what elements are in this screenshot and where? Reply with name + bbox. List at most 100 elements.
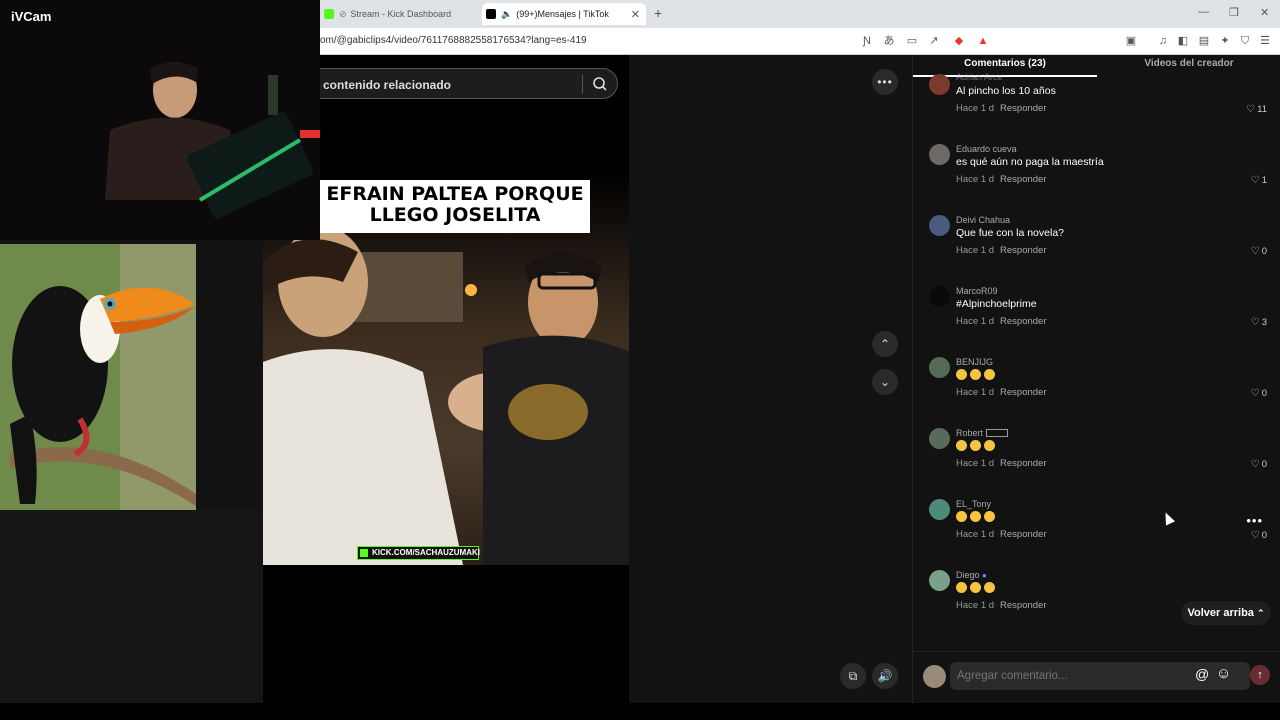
minimize-button[interactable]: — [1198,6,1209,18]
close-window-button[interactable]: ✕ [1260,6,1269,19]
tiktok-favicon-icon [486,9,496,19]
comment-username[interactable]: MarcoR09 [956,286,998,296]
previous-video-button[interactable]: ⌃ [872,331,898,357]
sidebar-icon[interactable]: ▣ [1124,34,1138,48]
heart-icon: ♡ [1250,246,1260,257]
heart-icon: ♡ [1250,459,1260,470]
close-tab-icon[interactable]: ✕ [631,8,640,21]
search-divider [582,75,583,94]
like-button[interactable]: ♡ 3 [1251,317,1267,328]
ai-icon[interactable]: ✦ [1218,34,1232,48]
avatar[interactable] [929,286,950,307]
avatar[interactable] [929,428,950,449]
comment-time: Hace 1 d [956,245,995,256]
heart-icon: ♡ [1250,530,1260,541]
comment-username[interactable]: EL_Tony [956,499,991,509]
url-field[interactable]: om/@gabiclips4/video/7611768882558176534… [320,35,587,46]
kick-channel-banner: KICK.COM/SACHAUZUMAKI [357,546,480,560]
like-button[interactable]: ♡ 0 [1251,530,1267,541]
like-button[interactable]: ♡ 1 [1251,175,1267,186]
heart-icon: ♡ [1250,317,1260,328]
wallet-icon[interactable]: ▤ [1197,34,1211,48]
reply-button[interactable]: Responder [1000,458,1046,469]
screen: ⊘ Stream - Kick Dashboard 🔈 (99+)Mensaje… [0,0,1280,720]
browser-tab-bar: ⊘ Stream - Kick Dashboard 🔈 (99+)Mensaje… [320,0,1280,28]
laughing-emoji-icon [956,440,967,451]
reply-button[interactable]: Responder [1000,387,1046,398]
laughing-emoji-icon [984,511,995,522]
like-button[interactable]: ♡ 0 [1251,246,1267,257]
avatar[interactable] [929,499,950,520]
comment-time: Hace 1 d [956,174,995,185]
vpn-icon[interactable]: ⛉ [1238,34,1252,48]
comment-username[interactable]: BENJIJG [956,357,993,367]
comment-text: Al pincho los 10 años [956,85,1056,97]
comment-meta: Hace 1 d Responder [956,529,1047,540]
split-view-icon[interactable]: ◧ [1176,34,1190,48]
avatar[interactable] [929,357,950,378]
like-button[interactable]: ♡ 0 [1251,388,1267,399]
menu-icon[interactable]: ☰ [1258,34,1272,48]
avatar[interactable] [929,74,950,95]
comment-emojis [956,511,998,524]
reply-button[interactable]: Responder [1000,316,1046,327]
verified-icon: ● [982,571,987,580]
reader-mode-icon[interactable]: Ɲ [860,34,874,48]
brave-shield-icon[interactable]: ◆ [952,34,966,48]
translate-icon[interactable]: あ [882,34,896,48]
volume-button[interactable]: 🔊 [872,663,898,689]
music-icon[interactable]: ♫ [1156,34,1170,48]
rewards-icon[interactable]: ▲ [976,34,990,48]
comment-username[interactable]: Deivi Chahua [956,215,1010,225]
like-button[interactable]: ♡ 11 [1246,104,1267,115]
tab-tiktok-messages[interactable]: 🔈 (99+)Mensajes | TikTok ✕ [482,3,646,25]
emoji-picker-icon[interactable]: ☺ [1216,665,1231,682]
like-count: 11 [1257,104,1267,115]
back-to-top-button[interactable]: Volver arriba ⌃ [1181,601,1271,625]
reply-button[interactable]: Responder [1000,245,1046,256]
like-button[interactable]: ♡ 0 [1251,459,1267,470]
avatar[interactable] [929,215,950,236]
comment-item: Robert Hace 1 d Responder ♡ 0 [913,428,1280,499]
comment-time: Hace 1 d [956,529,995,540]
search-input[interactable]: contenido relacionado [323,78,451,92]
cast-icon[interactable]: ▭ [905,34,919,48]
comment-item: MarcoR09 #Alpinchoelprime Hace 1 d Respon… [913,286,1280,357]
comment-text: Que fue con la novela? [956,227,1064,239]
address-bar: om/@gabiclips4/video/7611768882558176534… [320,28,1280,55]
search-bar[interactable]: contenido relacionado [320,68,618,99]
like-count: 1 [1261,175,1267,186]
comment-username[interactable]: Robert [956,428,1008,438]
comment-more-icon[interactable]: ••• [1246,513,1263,528]
reply-button[interactable]: Responder [1000,529,1046,540]
current-user-avatar[interactable] [923,665,946,688]
comment-username[interactable]: Eduardo cueva [956,144,1017,154]
avatar[interactable] [929,144,950,165]
restore-button[interactable]: ❐ [1229,6,1239,19]
comment-username[interactable]: Diego ● [956,570,987,580]
laughing-emoji-icon [970,369,981,380]
more-options-button[interactable]: ••• [872,69,898,95]
like-count: 3 [1261,317,1267,328]
username-text: Diego [956,570,980,580]
send-comment-button[interactable]: ↑ [1250,665,1270,685]
reply-button[interactable]: Responder [1000,600,1046,611]
next-video-button[interactable]: ⌄ [872,369,898,395]
tab-label: Stream - Kick Dashboard [350,9,452,19]
reply-button[interactable]: Responder [1000,174,1046,185]
video-caption: EFRAIN PALTEA PORQUE LLEGO JOSELITA [320,180,590,233]
reply-button[interactable]: Responder [1000,103,1046,114]
comment-item: EL_Tony Hace 1 d Responder ••• ♡ 0 [913,499,1280,570]
comment-time: Hace 1 d [956,387,995,398]
tab-kick-dashboard[interactable]: ⊘ Stream - Kick Dashboard [320,3,480,25]
mention-icon[interactable]: @ [1195,666,1209,682]
search-icon[interactable] [592,76,608,97]
comment-username[interactable]: Adrian Arce [956,72,1003,82]
toucan-image-overlay [0,244,196,510]
new-tab-button[interactable]: + [654,5,662,21]
comment-emojis [956,582,998,595]
pip-button[interactable]: ⧉ [840,663,866,689]
share-icon[interactable]: ↗ [927,34,941,48]
avatar[interactable] [929,570,950,591]
comment-item: BENJIJG Hace 1 d Responder ♡ 0 [913,357,1280,428]
